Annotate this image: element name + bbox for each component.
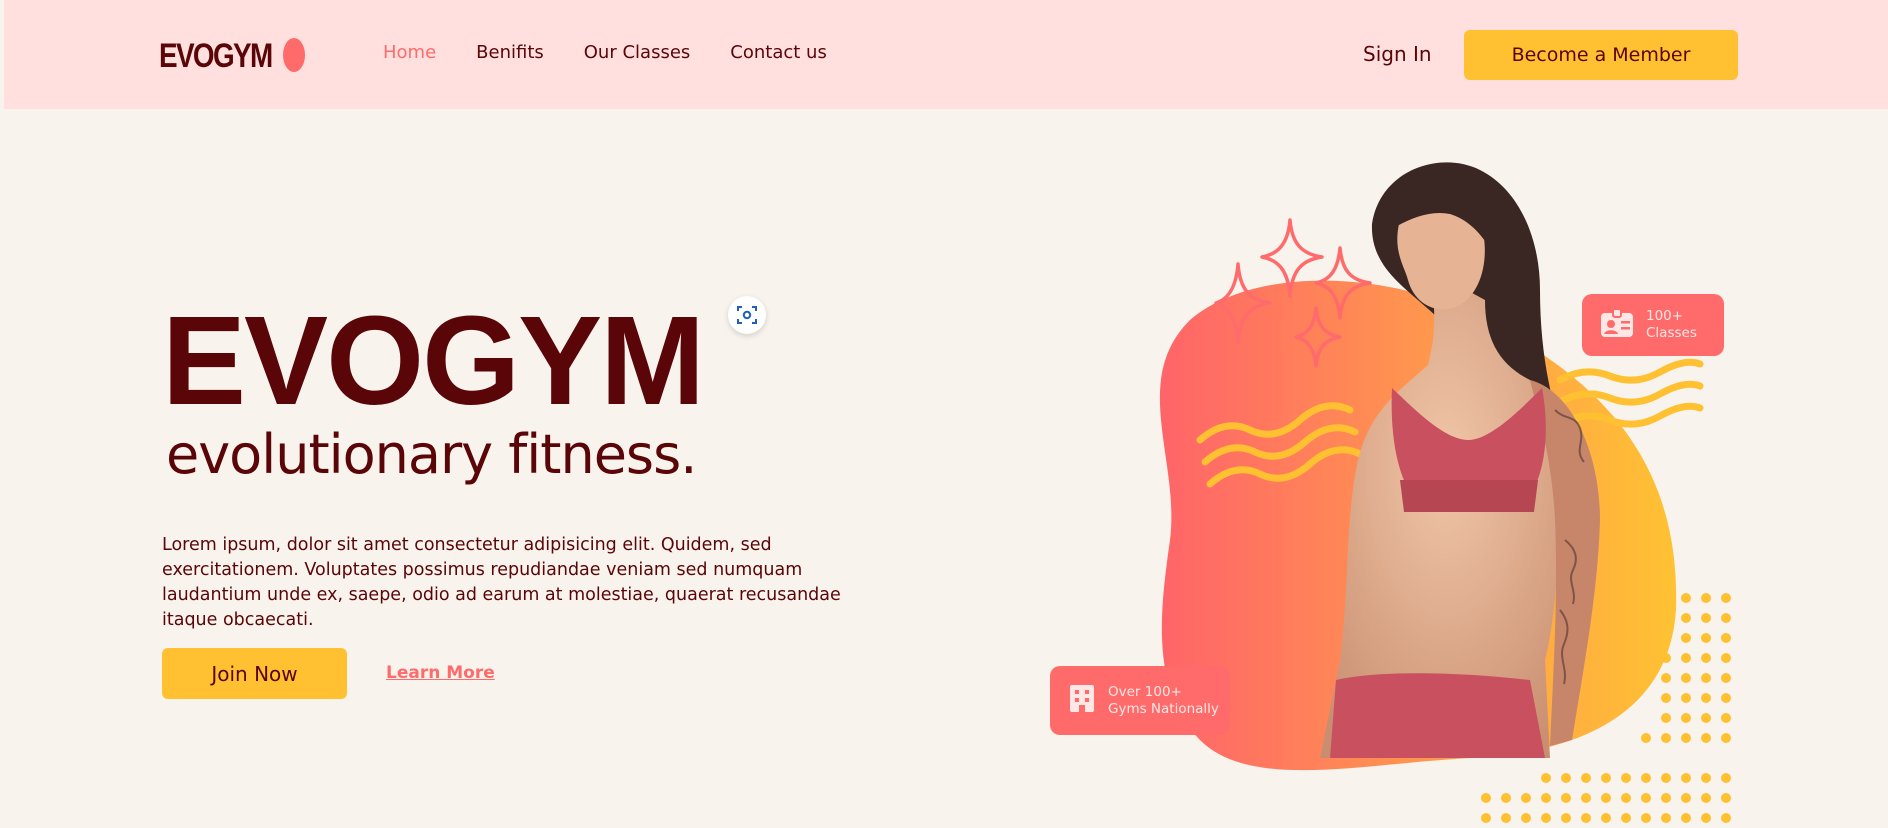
gyms-stat-text: Over 100+ Gyms Nationally <box>1108 684 1219 718</box>
gyms-stat-count: Over 100+ <box>1108 683 1182 700</box>
logo-dot <box>283 38 305 72</box>
become-member-button[interactable]: Become a Member <box>1464 30 1738 80</box>
hero-description: Lorem ipsum, dolor sit amet consectetur … <box>162 535 841 630</box>
learn-more-link[interactable]: Learn More <box>386 663 495 683</box>
classes-stat-count: 100+ <box>1646 308 1684 324</box>
athlete-figure <box>1320 162 1600 758</box>
nav-link-home[interactable]: Home <box>383 42 436 63</box>
hero-title: EVOGYM <box>162 290 705 431</box>
nav-link-benefits[interactable]: Benifits <box>476 42 544 63</box>
wave-lines-right <box>1556 358 1704 428</box>
gyms-stat-label: Gyms Nationally <box>1108 700 1219 717</box>
gyms-stat-badge: Over 100+ Gyms Nationally <box>1050 666 1230 735</box>
nav-link-contact-us[interactable]: Contact us <box>730 42 827 63</box>
join-now-button[interactable]: Join Now <box>162 648 347 699</box>
building-icon <box>1068 683 1096 718</box>
id-card-icon <box>1600 307 1634 343</box>
brand-logo-text: EVOGYM <box>159 36 273 75</box>
classes-stat-text: 100+ Classes <box>1646 308 1697 342</box>
classes-stat-label: Classes <box>1646 325 1697 341</box>
scan-icon[interactable] <box>728 296 766 334</box>
main-nav: Home Benifits Our Classes Contact us <box>383 42 827 63</box>
hero-subtitle: evolutionary fitness. <box>166 423 697 486</box>
sign-in-link[interactable]: Sign In <box>1363 42 1432 66</box>
nav-link-our-classes[interactable]: Our Classes <box>584 42 691 63</box>
brand-logo[interactable]: EVOGYM <box>159 36 305 76</box>
classes-stat-badge: 100+ Classes <box>1582 294 1724 356</box>
